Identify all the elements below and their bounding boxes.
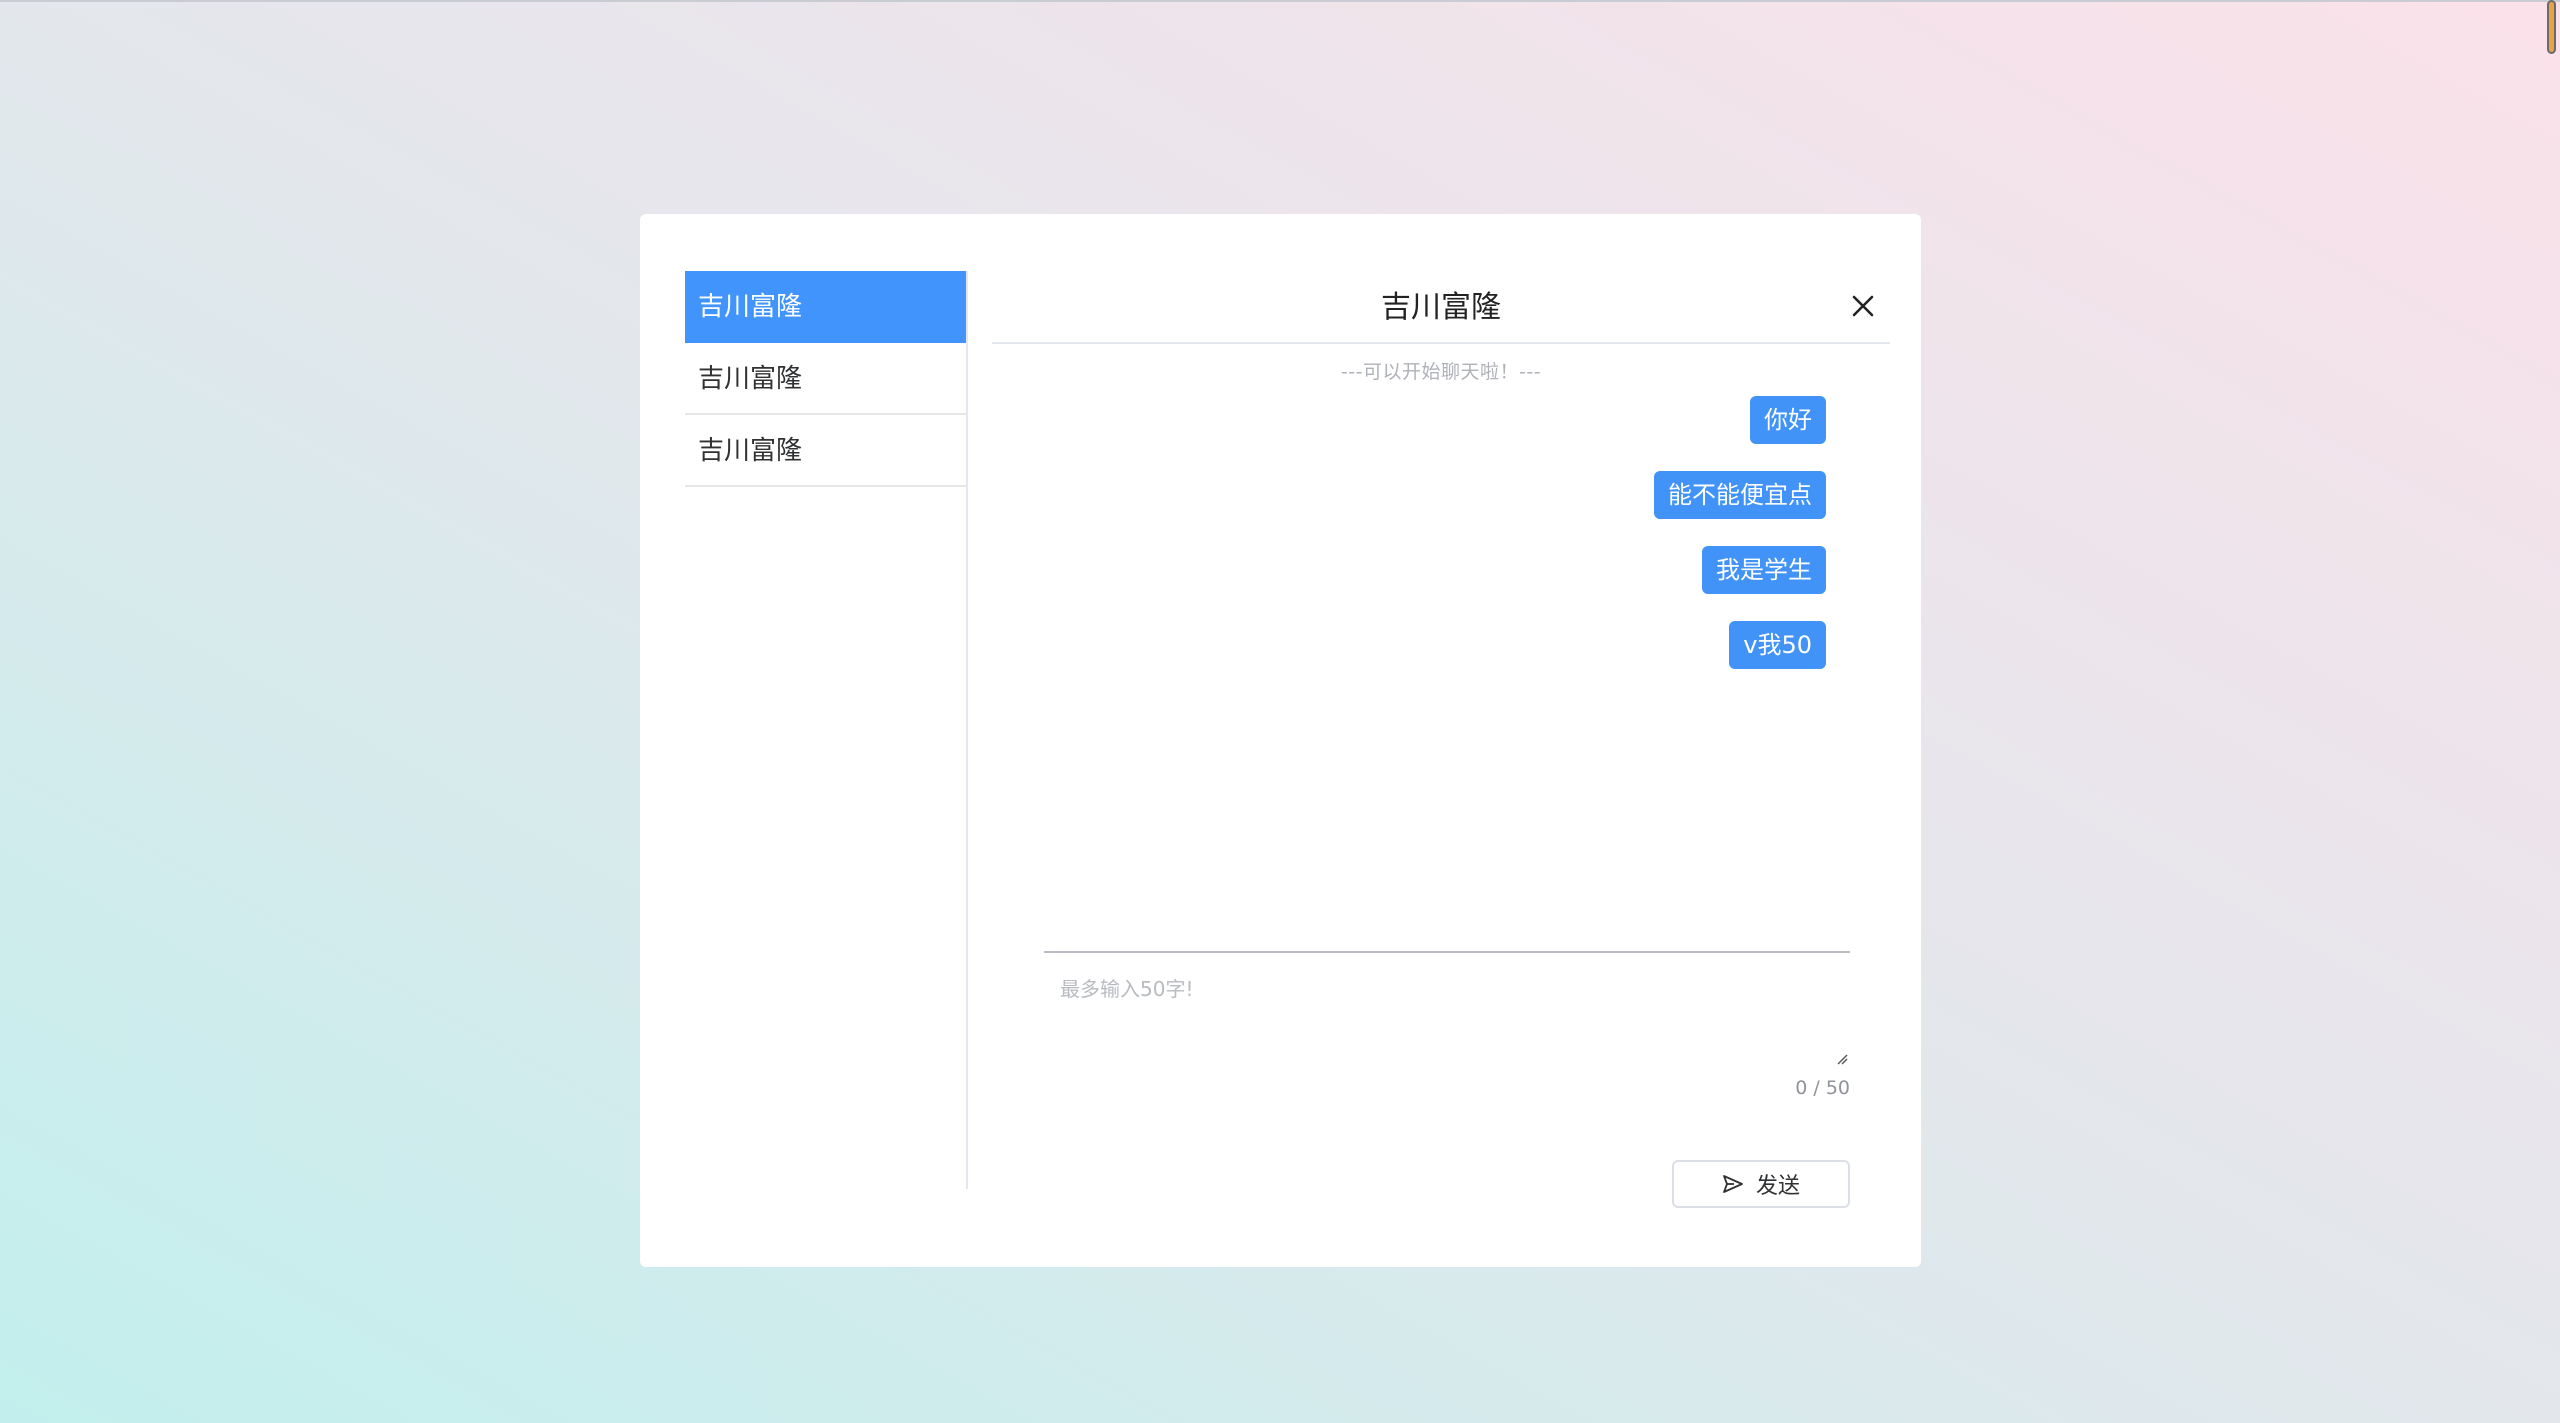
- contact-name: 吉川富隆: [698, 364, 803, 394]
- contact-name: 吉川富隆: [698, 292, 803, 322]
- contact-item-2[interactable]: 吉川富隆: [685, 343, 966, 415]
- close-icon: [1852, 295, 1874, 317]
- contact-item-1[interactable]: 吉川富隆: [685, 271, 966, 343]
- message-list: 你好 能不能便宜点 我是学生 v我50: [1044, 396, 1826, 696]
- resize-grip-icon[interactable]: [1836, 1053, 1848, 1065]
- char-counter: 0 / 50: [1795, 1077, 1850, 1099]
- chat-start-notice: ---可以开始聊天啦！---: [1340, 361, 1542, 383]
- message-row: 你好: [1044, 396, 1826, 444]
- scrollbar-thumb[interactable]: [2547, 0, 2556, 54]
- send-label: 发送: [1755, 1174, 1800, 1199]
- message-input-wrapper: 0 / 50: [1044, 955, 1850, 1100]
- contact-name: 吉川富隆: [698, 436, 803, 466]
- message-bubble: 我是学生: [1702, 546, 1826, 594]
- send-button[interactable]: 发送: [1672, 1160, 1850, 1208]
- chat-title: 吉川富隆: [1381, 290, 1501, 325]
- message-bubble: 能不能便宜点: [1654, 471, 1826, 519]
- message-bubble: 你好: [1750, 396, 1826, 444]
- window-top-border: [0, 0, 2560, 2]
- message-bubble: v我50: [1729, 621, 1826, 669]
- message-row: v我50: [1044, 621, 1826, 669]
- message-row: 能不能便宜点: [1044, 471, 1826, 519]
- message-row: 我是学生: [1044, 546, 1826, 594]
- contact-item-3[interactable]: 吉川富隆: [685, 415, 966, 487]
- contact-list: 吉川富隆 吉川富隆 吉川富隆: [685, 271, 968, 1189]
- chat-dialog: 吉川富隆 吉川富隆 吉川富隆 吉川富隆 ---可以开始聊天啦！--- 你好 能不…: [640, 214, 1921, 1267]
- close-button[interactable]: [1846, 289, 1880, 323]
- chat-panel: 吉川富隆 ---可以开始聊天啦！--- 你好 能不能便宜点 我是学生 v我50: [992, 271, 1890, 1211]
- send-icon: [1723, 1175, 1743, 1193]
- input-divider: [1044, 951, 1850, 953]
- message-input[interactable]: [1044, 955, 1850, 1067]
- chat-header: 吉川富隆: [992, 271, 1890, 344]
